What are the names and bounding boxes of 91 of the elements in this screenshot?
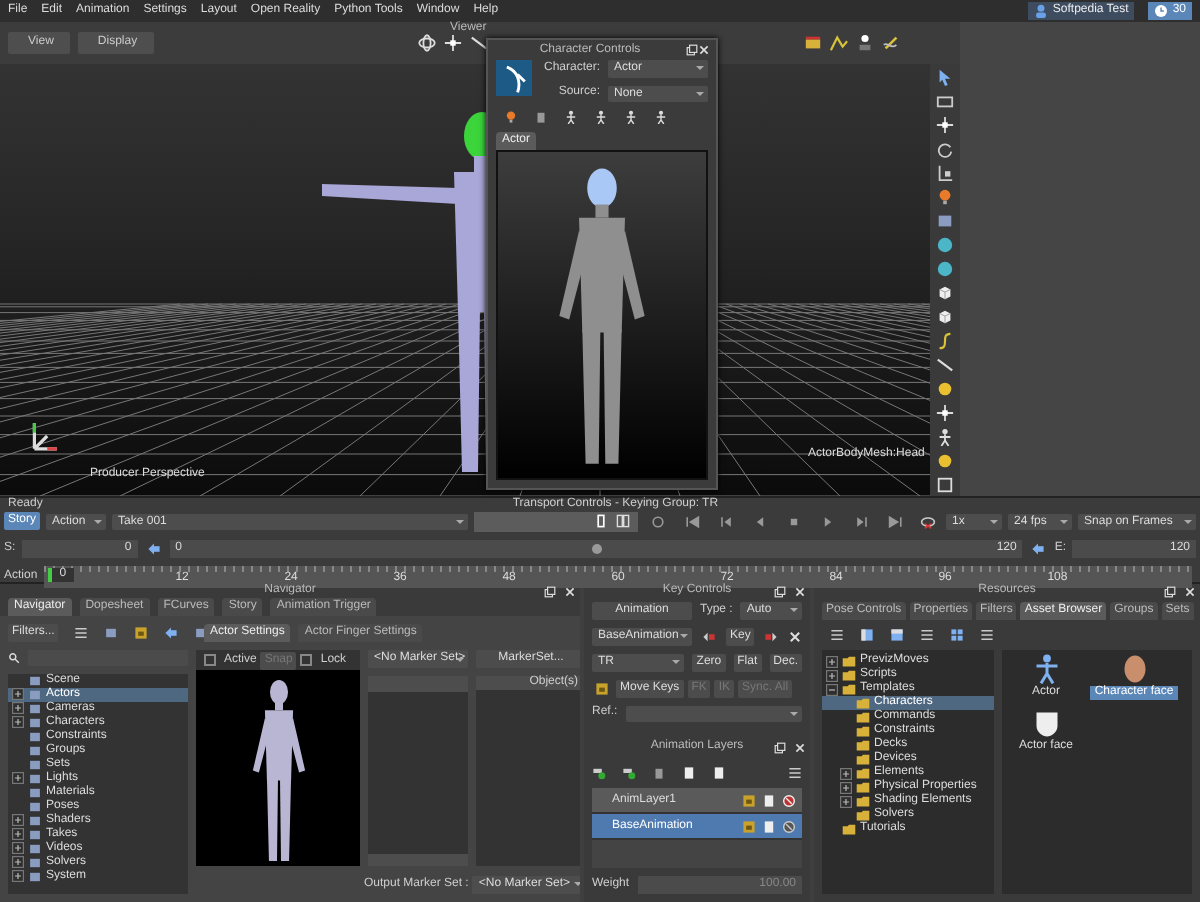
move-icon[interactable] [936, 116, 954, 134]
split-pane-icon[interactable] [860, 628, 874, 643]
slider-handle-icon[interactable] [143, 541, 164, 556]
expand-icon[interactable] [840, 781, 852, 794]
delete-key-icon[interactable] [788, 629, 803, 644]
skip-end-icon[interactable] [888, 513, 905, 530]
node-icon[interactable] [936, 212, 954, 230]
expand-icon[interactable] [12, 772, 24, 785]
list-icon[interactable] [74, 626, 89, 641]
spline-icon[interactable] [936, 332, 954, 350]
rotate-icon[interactable] [936, 140, 954, 158]
close-icon[interactable] [794, 586, 806, 598]
tree-view-icon[interactable] [830, 628, 844, 643]
menu-icon[interactable] [788, 766, 802, 780]
add-layer-icon[interactable] [592, 766, 606, 780]
curve-icon[interactable] [829, 34, 848, 52]
close-icon[interactable] [698, 44, 710, 56]
close-icon[interactable] [1184, 586, 1196, 598]
scale-icon[interactable] [936, 164, 954, 182]
expand-icon[interactable] [12, 842, 24, 855]
details-view-icon[interactable] [980, 628, 994, 643]
select-icon[interactable] [936, 68, 954, 86]
orbit-icon[interactable] [417, 34, 436, 52]
move-icon[interactable] [936, 404, 954, 422]
close-icon[interactable] [564, 586, 576, 598]
face-asset-icon[interactable] [1119, 654, 1149, 685]
stacked-pane-icon[interactable] [890, 628, 904, 643]
expand-icon[interactable] [826, 669, 838, 682]
layer-icon[interactable] [622, 766, 636, 780]
expand-icon[interactable] [12, 716, 24, 729]
bulb-icon[interactable] [504, 110, 518, 125]
character-logo[interactable] [496, 60, 532, 96]
play-icon[interactable] [820, 513, 837, 530]
clapper-icon[interactable] [803, 34, 822, 52]
loop-icon[interactable] [916, 513, 941, 530]
single-frame-icon[interactable] [594, 514, 609, 529]
sun-icon[interactable] [936, 380, 954, 398]
person-icon[interactable] [594, 110, 608, 125]
float-icon[interactable] [544, 586, 556, 598]
move-icon[interactable] [443, 34, 462, 52]
expand-icon[interactable] [12, 856, 24, 869]
line-tool-icon[interactable] [469, 34, 488, 52]
search-icon[interactable] [8, 651, 20, 664]
close-icon[interactable] [794, 742, 806, 754]
light-icon[interactable] [936, 188, 954, 206]
expand-icon[interactable] [12, 814, 24, 827]
cube-icon[interactable] [936, 308, 954, 326]
collapse-icon[interactable] [826, 683, 838, 696]
2d-view-icon[interactable] [855, 34, 874, 52]
frame-icon[interactable] [936, 476, 954, 494]
axis-icon [28, 420, 60, 452]
expand-icon[interactable] [12, 828, 24, 841]
actor-asset-icon[interactable] [1031, 654, 1061, 685]
slider-thumb[interactable] [592, 543, 602, 554]
slider-handle-icon[interactable] [1028, 541, 1049, 556]
mute-icon[interactable] [782, 819, 796, 833]
user-icon[interactable] [1034, 4, 1049, 18]
next-key-icon[interactable] [854, 513, 871, 530]
expand-icon[interactable] [12, 688, 24, 701]
sun-icon[interactable] [936, 452, 954, 470]
float-icon[interactable] [686, 44, 698, 56]
cube-icon[interactable] [936, 284, 954, 302]
list-view-icon[interactable] [920, 628, 934, 643]
next-key-icon[interactable] [762, 629, 781, 644]
double-frame-icon[interactable] [616, 514, 631, 529]
previous-key-icon[interactable] [718, 513, 735, 530]
expand-icon[interactable] [12, 870, 24, 883]
play-backward-icon[interactable] [752, 513, 769, 530]
line-tool-icon[interactable] [936, 356, 954, 374]
local-icon[interactable] [936, 92, 954, 110]
stop-icon[interactable] [786, 513, 803, 530]
person-icon[interactable] [564, 110, 578, 125]
skip-start-icon[interactable] [684, 513, 701, 530]
expand-icon[interactable] [840, 795, 852, 808]
person-icon[interactable] [654, 110, 668, 125]
float-icon[interactable] [774, 742, 786, 754]
person-icon[interactable] [936, 428, 954, 446]
expand-icon[interactable] [826, 655, 838, 668]
tiles-view-icon[interactable] [950, 628, 964, 643]
expand-icon[interactable] [12, 702, 24, 715]
pen-icon[interactable] [881, 34, 900, 52]
clock-icon[interactable] [1154, 4, 1169, 18]
mask-asset-icon[interactable] [1031, 708, 1061, 739]
record-icon[interactable] [650, 513, 667, 530]
float-icon[interactable] [774, 586, 786, 598]
float-icon[interactable] [1164, 586, 1176, 598]
previous-key-icon[interactable] [700, 629, 718, 644]
node-icon[interactable] [104, 626, 119, 641]
person-icon[interactable] [624, 110, 638, 125]
arrow-icon[interactable] [164, 626, 179, 641]
expand-icon[interactable] [840, 767, 852, 780]
